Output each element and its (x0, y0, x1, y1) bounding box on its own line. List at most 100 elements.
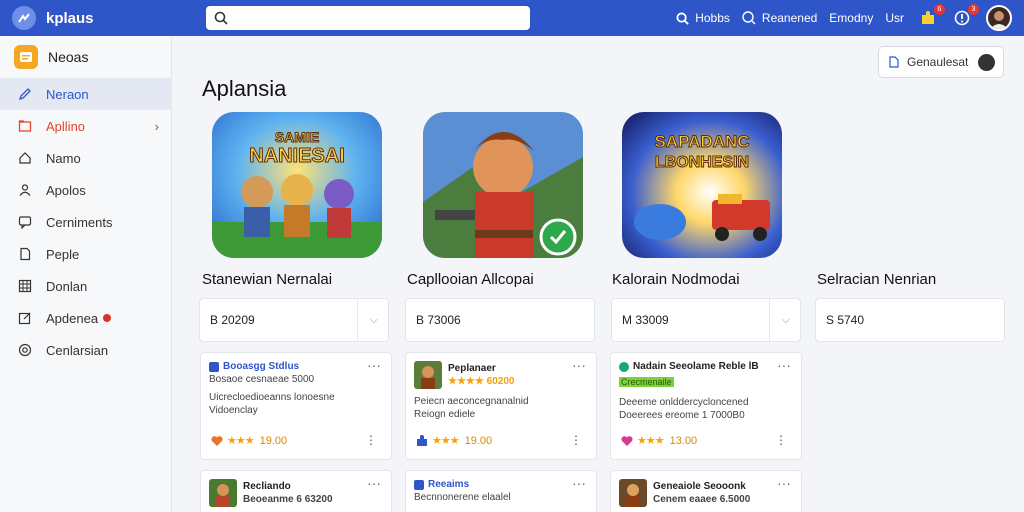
puzzle-notifications[interactable]: 6 (918, 4, 945, 28)
rating: ★★★ 19.00 (416, 434, 492, 447)
kebab-menu-icon[interactable]: ⋮ (570, 433, 582, 447)
sidebar-item-donlan[interactable]: Donlan (0, 270, 171, 302)
list-item[interactable]: Recliando Beoeanme 6 63200 ··· (200, 470, 392, 512)
list-item[interactable]: Peplanaer ★★★★ 60200 ··· Peiecn aeconceg… (405, 352, 597, 460)
list-item-title: Geneaiole Seooonk (653, 481, 746, 492)
app-logo-icon (14, 45, 38, 69)
desc-line: Reiogn ediele (414, 409, 476, 420)
game-title[interactable]: Capllooian Allcopai (407, 271, 534, 288)
star-icon: ★★★ (227, 435, 255, 447)
status-dot-icon (103, 314, 112, 322)
search-bar[interactable] (206, 6, 530, 30)
game-title[interactable]: Kalorain Nodmodai (612, 271, 740, 288)
price-value: B 20209 (210, 313, 255, 327)
puzzle-icon (922, 11, 934, 24)
sidebar-item-peple[interactable]: Peple (0, 238, 171, 270)
game-card-art[interactable]: SAMIE NANIESAI (212, 112, 382, 258)
game-title[interactable]: Stanewian Nernalai (202, 271, 332, 288)
more-icon[interactable]: ··· (572, 475, 586, 491)
price-field[interactable]: B 73006 (405, 298, 595, 342)
shield-icon (414, 479, 424, 490)
list-item-title: Nadain Seeolame Reble lB (633, 361, 759, 372)
desc-line: Doeerees ereome 1 7000B0 (619, 410, 745, 421)
action-reanened[interactable]: Reanened (742, 11, 817, 25)
search-input[interactable] (234, 10, 530, 26)
list-item-title: Reeaims (428, 479, 470, 490)
puzzle-icon (417, 434, 427, 446)
genaulesat-button[interactable]: Genaulesat (878, 46, 1004, 78)
brand[interactable]: kplaus (12, 6, 202, 30)
price-select[interactable]: B 20209 ⌵ (199, 298, 389, 342)
list-item[interactable]: Nadain Seeolame Reble lB ··· Crecmenaile… (610, 352, 802, 460)
list-item-desc: Deeeme onlddercycloncened Doeerees ereom… (619, 396, 793, 422)
sidebar-item-apolos[interactable]: Apolos (0, 174, 171, 206)
more-icon[interactable]: ··· (572, 357, 586, 373)
action-label: Hobbs (695, 11, 730, 25)
action-usr[interactable]: Usr (885, 11, 904, 25)
sidebar-item-apdenea[interactable]: Apdenea (0, 302, 171, 334)
more-icon[interactable]: ··· (777, 357, 791, 373)
star-icon: ★★★ (637, 435, 665, 447)
list-item-title: Peplanaer (448, 363, 496, 374)
magnifier-icon (742, 11, 756, 25)
brand-name: kplaus (46, 9, 94, 27)
list-item[interactable]: Reeaims ··· Becnnonerene elaalel (405, 470, 597, 512)
sidebar-item-apllino[interactable]: Apllino › (0, 110, 171, 142)
game-title[interactable]: Selracian Nenrian (817, 271, 936, 288)
more-icon[interactable]: ··· (367, 475, 381, 491)
list-item[interactable]: Booasgg Stdlus ··· Bosaoe cesnaeae 5000 … (200, 352, 392, 460)
price-value: S 5740 (826, 313, 865, 327)
sidebar-item-label: Namo (46, 150, 81, 166)
sidebar-item-namo[interactable]: Namo (0, 142, 171, 174)
action-emodny[interactable]: Emodny (829, 11, 873, 25)
circle-icon (619, 361, 629, 372)
thumbnail (414, 361, 442, 389)
more-icon[interactable]: ··· (777, 475, 791, 491)
alert-button[interactable]: 3 (952, 4, 979, 28)
comment-icon (18, 216, 32, 229)
sidebar-item-label: Peple (46, 246, 80, 262)
sidebar-item-label: Neraon (46, 86, 89, 102)
list-item-tag: Crecmenaile (619, 377, 674, 387)
list-item[interactable]: Geneaiole Seooonk Cenem eaaee 6.5000 ··· (610, 470, 802, 512)
list-item-header: Booasgg Stdlus (209, 361, 383, 372)
kebab-menu-icon[interactable]: ⋮ (365, 433, 377, 447)
game-art-text-2: NANIESAI (249, 145, 345, 167)
thumbnail (209, 479, 237, 507)
sidebar-item-label: Apolos (46, 182, 86, 198)
sidebar-item-neraon[interactable]: Neraon (0, 78, 171, 110)
list-item-header: Nadain Seeolame Reble lB (619, 361, 793, 372)
sidebar-item-cerniments[interactable]: Cerniments (0, 206, 171, 238)
action-label: Usr (885, 11, 904, 25)
game-card-art[interactable] (423, 112, 583, 258)
game-art-image (423, 112, 583, 258)
document-icon (889, 56, 899, 68)
sidebar-item-label: Apllino (46, 118, 86, 134)
sidebar-item-cenlarsian[interactable]: Cenlarsian (0, 334, 171, 366)
list-item-desc: Peiecn aeconcegnanalnid Reiogn ediele (414, 395, 588, 421)
kebab-menu-icon[interactable]: ⋮ (775, 433, 787, 447)
chevron-down-icon: ⌵ (369, 313, 378, 326)
list-item-subtitle: Bosaoe cesnaeae 5000 (209, 374, 315, 385)
cta-label: Genaulesat (907, 55, 969, 69)
rating-value: 19.00 (259, 434, 288, 447)
more-icon[interactable]: ··· (367, 357, 381, 373)
document-icon (20, 247, 31, 261)
rating-value: 19.00 (464, 434, 493, 447)
price-select[interactable]: M 33009 ⌵ (611, 298, 801, 342)
game-art-image: SAMIE NANIESAI (212, 112, 382, 258)
page-title: Aplansia (202, 76, 287, 101)
action-hobbs[interactable]: Hobbs (676, 11, 730, 25)
price-field[interactable]: S 5740 (815, 298, 1005, 342)
game-card-art[interactable]: SAPADANC LBONHESIN (622, 112, 782, 258)
avatar[interactable] (986, 5, 1012, 31)
list-item-header: Geneaiole Seooonk Cenem eaaee 6.5000 (619, 479, 793, 507)
search-icon (214, 11, 228, 25)
folder-icon (18, 120, 32, 132)
list-item-subtitle: Becnnonerene elaalel (414, 492, 511, 503)
home-icon (19, 152, 31, 164)
desc-line: Peiecn aeconcegnanalnid (414, 396, 529, 407)
list-item-header: Peplanaer ★★★★ 60200 (414, 361, 588, 389)
settings-icon (18, 343, 32, 357)
sidebar-header[interactable]: Neoas (0, 36, 171, 78)
